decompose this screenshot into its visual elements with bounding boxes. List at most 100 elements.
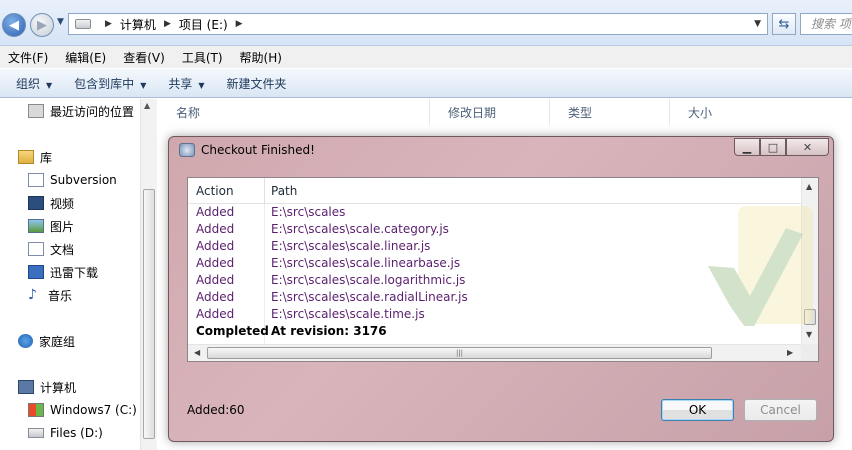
close-button[interactable]: ✕ [786,138,829,156]
nav-item-videos[interactable]: 视频 [28,193,74,213]
nav-item-homegroup[interactable]: 家庭组 [18,331,75,351]
nav-item-recent[interactable]: 最近访问的位置 [28,101,134,121]
share-button[interactable]: 共享 ▼ [168,75,204,92]
chevron-right-icon[interactable]: ▶ [105,19,112,29]
header-action[interactable]: Action [196,184,234,198]
caret-down-icon: ▼ [198,80,205,90]
header-path[interactable]: Path [271,184,297,198]
chevron-right-icon[interactable]: ▶ [164,19,171,29]
video-icon [28,196,44,210]
list-row[interactable]: Added E:\src\scales\scale.radialLinear.j… [188,289,801,306]
scrollbar-thumb[interactable]: ||| [207,347,712,359]
status-text: Added:60 [187,403,245,417]
back-button[interactable]: ◀ [2,13,26,37]
vertical-scrollbar[interactable]: ▲ ▼ [801,178,818,344]
minimize-button[interactable]: ▁ [734,138,760,156]
row-action: Added [196,239,235,253]
new-folder-button[interactable]: 新建文件夹 [227,75,287,92]
arrow-left-icon: ◀ [9,17,19,33]
nav-label: 文档 [50,242,75,257]
list-row[interactable]: Added E:\src\scales\scale.linearbase.js [188,255,801,272]
nav-item-computer[interactable]: 计算机 [18,377,76,397]
list-row[interactable]: Added E:\src\scales\scale.logarithmic.js [188,272,801,289]
nav-item-pictures[interactable]: 图片 [28,216,74,236]
menu-tools[interactable]: 工具(T) [182,49,223,66]
row-action: Completed [196,324,269,338]
row-path: At revision: 3176 [271,324,387,338]
address-toolbar: ◀ ▶ ▼ ▶ 计算机 ▶ 项目 (E:) ▶ ▼ ⇆ 搜索 项目 (E:) [0,0,852,46]
nav-item-drive-d[interactable]: Files (D:) [28,423,103,443]
nav-label: 图片 [50,219,75,234]
organize-button[interactable]: 组织 ▼ [16,75,52,92]
scroll-up-icon[interactable]: ▲ [144,101,150,110]
scroll-down-icon[interactable]: ▼ [806,330,812,339]
cancel-button[interactable]: Cancel [744,399,817,421]
breadcrumb-computer[interactable]: 计算机 [120,16,156,33]
nav-scrollbar[interactable]: ▲ [140,99,157,450]
library-folder-icon [18,150,34,164]
search-input[interactable]: 搜索 项目 (E:) [800,13,852,35]
maximize-button[interactable]: □ [760,138,786,156]
row-path: E:\src\scales\scale.linearbase.js [271,256,461,270]
list-row-completed[interactable]: Completed At revision: 3176 [188,323,801,340]
row-action: Added [196,273,235,287]
row-path: E:\src\scales\scale.logarithmic.js [271,273,466,287]
scroll-up-icon[interactable]: ▲ [806,182,812,191]
row-path: E:\src\scales\scale.linear.js [271,239,431,253]
menu-view[interactable]: 查看(V) [123,49,165,66]
checkout-dialog: Checkout Finished! ▁ □ ✕ Action Path Add… [168,136,834,442]
computer-icon [18,380,34,394]
scroll-left-icon[interactable]: ◀ [194,348,200,357]
results-list[interactable]: Action Path Added E:\src\scales Added E:… [187,177,819,362]
column-type[interactable]: 类型 [550,99,670,125]
chevron-right-icon[interactable]: ▶ [236,19,243,29]
nav-label: Subversion [50,173,117,187]
column-size[interactable]: 大小 [670,99,790,125]
nav-label: Windows7 (C:) [50,403,137,417]
command-bar: 组织 ▼ 包含到库中 ▼ 共享 ▼ 新建文件夹 [0,68,852,98]
caret-down-icon: ▼ [46,80,53,90]
list-row[interactable]: Added E:\src\scales\scale.category.js [188,221,801,238]
nav-label: 音乐 [48,288,73,303]
ok-button[interactable]: OK [661,399,734,421]
nav-label: Files (D:) [50,426,103,440]
nav-item-music[interactable]: ♪ 音乐 [28,285,72,305]
nav-item-drive-c[interactable]: Windows7 (C:) [28,400,137,420]
horizontal-scrollbar[interactable]: ◀ ||| ▶ [188,344,801,361]
nav-item-documents[interactable]: 文档 [28,239,74,259]
scrollbar-thumb[interactable] [143,189,155,439]
refresh-button[interactable]: ⇆ [772,13,796,35]
nav-item-subversion[interactable]: Subversion [28,170,117,190]
document-icon [28,242,44,256]
row-action: Added [196,205,235,219]
nav-label: 计算机 [40,380,77,395]
menu-edit[interactable]: 编辑(E) [65,49,106,66]
address-bar[interactable]: ▶ 计算机 ▶ 项目 (E:) ▶ ▼ [68,13,768,35]
nav-label: 迅雷下载 [50,265,99,280]
forward-button[interactable]: ▶ [30,13,54,37]
list-row[interactable]: Added E:\src\scales\scale.linear.js [188,238,801,255]
scrollbar-thumb[interactable] [804,309,816,325]
row-action: Added [196,307,235,321]
menu-file[interactable]: 文件(F) [8,49,48,66]
drive-icon [75,19,91,29]
list-row[interactable]: Added E:\src\scales\scale.time.js [188,306,801,323]
picture-icon [28,219,44,233]
column-name[interactable]: 名称 [158,99,430,125]
menu-help[interactable]: 帮助(H) [240,49,282,66]
nav-item-libraries[interactable]: 库 [18,147,52,167]
address-dropdown-icon[interactable]: ▼ [754,19,761,29]
row-path: E:\src\scales\scale.time.js [271,307,425,321]
scroll-right-icon[interactable]: ▶ [787,348,793,357]
column-modified[interactable]: 修改日期 [430,99,550,125]
include-in-library-button[interactable]: 包含到库中 ▼ [74,75,146,92]
recent-pages-dropdown[interactable]: ▼ [57,17,64,27]
list-row[interactable]: Added E:\src\scales [188,204,801,221]
refresh-icon: ⇆ [778,16,790,32]
nav-label: 视频 [50,196,75,211]
row-action: Added [196,256,235,270]
header-divider[interactable] [264,178,265,204]
nav-item-xunlei[interactable]: 迅雷下载 [28,262,98,282]
breadcrumb-drive-e[interactable]: 项目 (E:) [179,16,228,33]
row-path: E:\src\scales\scale.radialLinear.js [271,290,468,304]
